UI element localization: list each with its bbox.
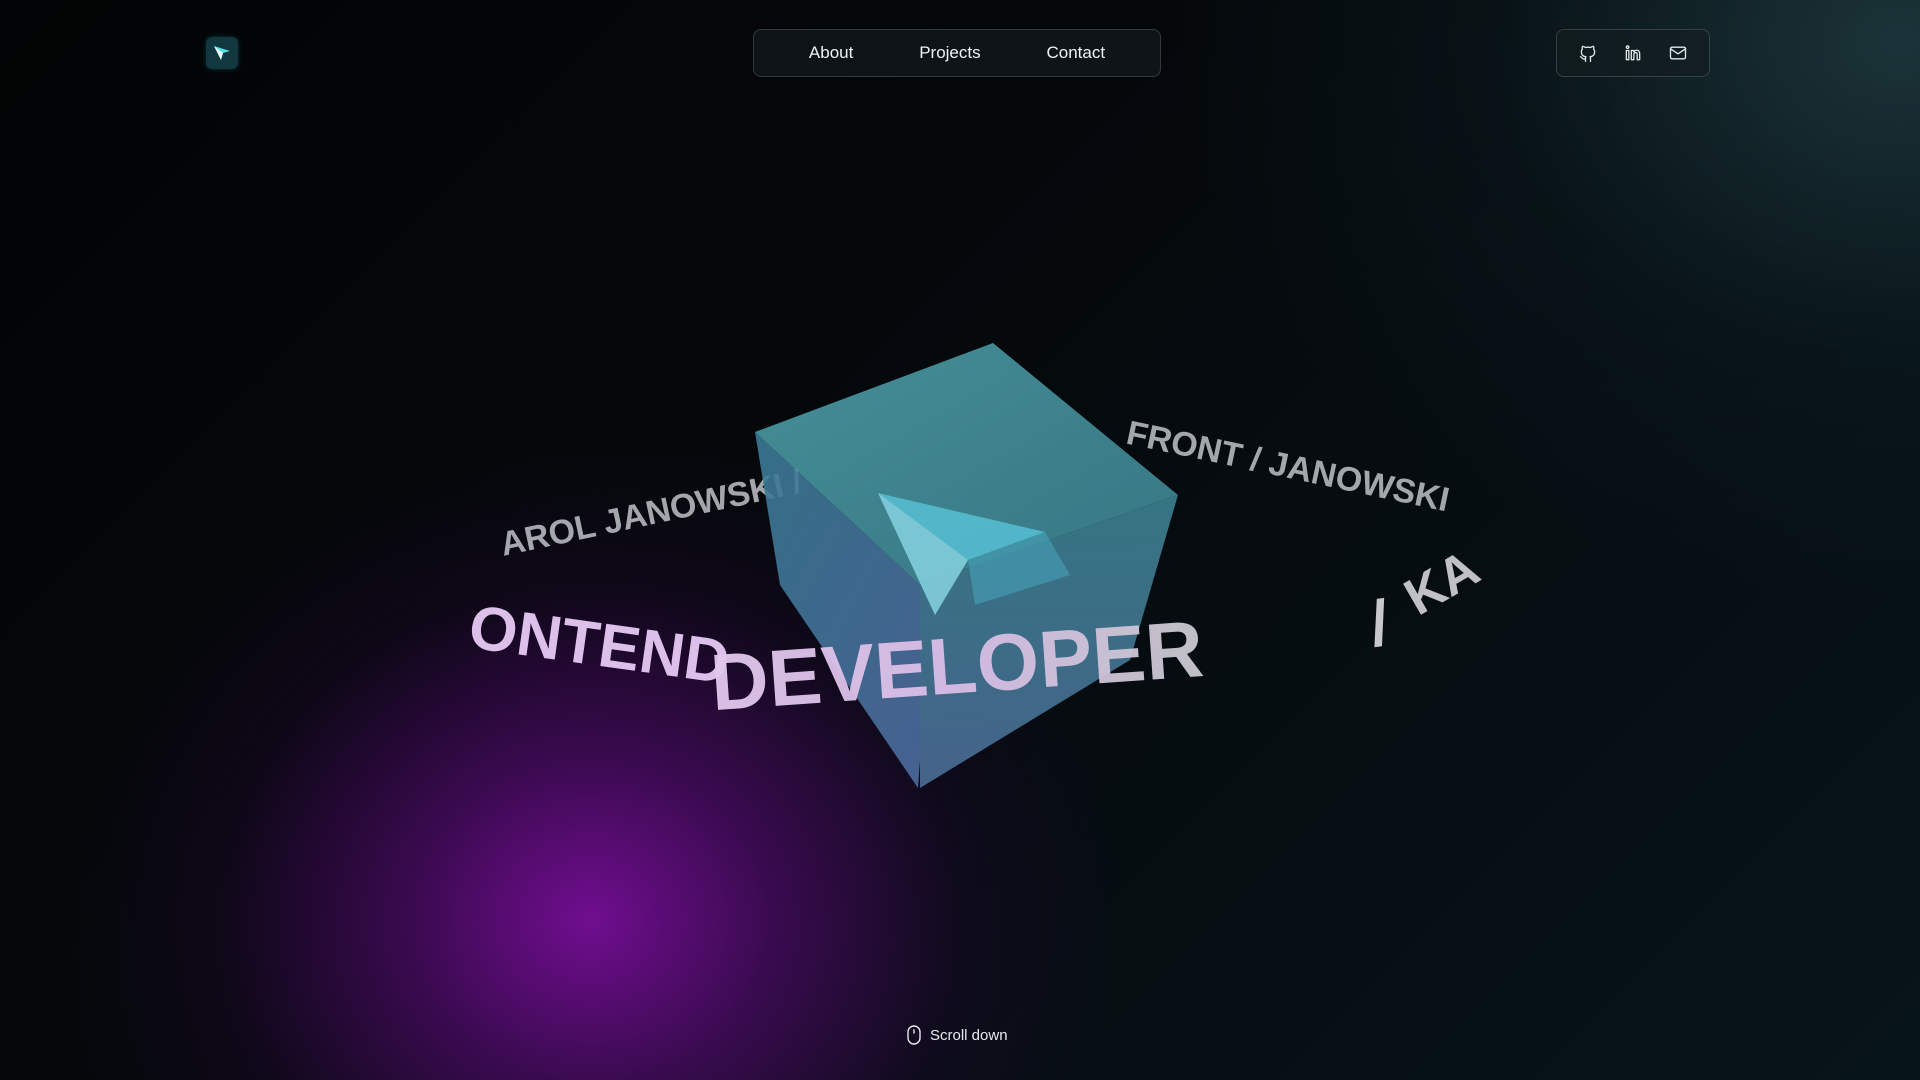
ring-text-front-main: DEVELOPER: [708, 604, 1206, 727]
ring-text-front-right: KA: [1395, 539, 1489, 627]
hero-scene: AROL JANOWSKI / FRONT / JANOWSKI ONTEND …: [465, 343, 1489, 788]
scroll-down-hint[interactable]: Scroll down: [906, 1024, 1008, 1046]
landing-page: About Projects Contact AROL JANOWSKI / F…: [0, 0, 1920, 1080]
scroll-down-label: Scroll down: [930, 1026, 1008, 1044]
mouse-icon: [907, 1025, 921, 1045]
ring-text-front-slash: /: [1366, 586, 1394, 660]
logo-cube: [755, 343, 1178, 788]
ring-text-front-left: ONTEND: [465, 593, 734, 698]
ring-text-back-left: AROL JANOWSKI /: [497, 463, 806, 564]
